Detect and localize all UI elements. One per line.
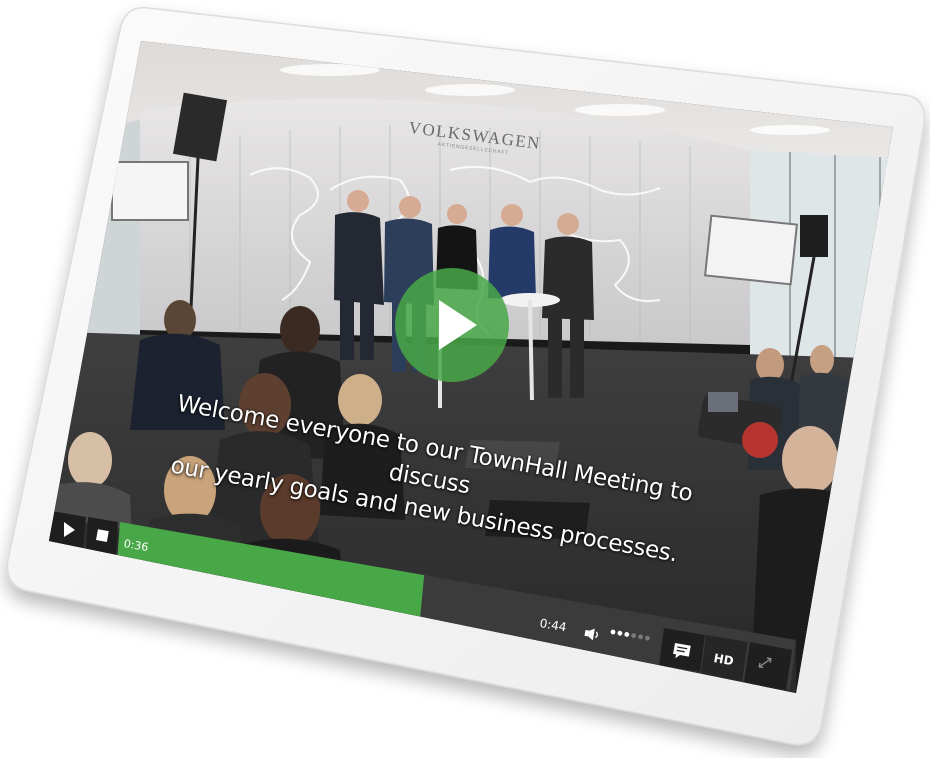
volume-dot[interactable] [638,634,644,640]
fullscreen-button[interactable] [744,642,792,690]
volume-dot[interactable] [624,632,630,638]
captions-button[interactable] [659,628,705,672]
volume-dot[interactable] [631,633,637,639]
tablet-frame: VOLKSWAGEN AKTIENGESELLSCHAFT Welcome ev… [0,0,930,758]
volume-dot[interactable] [617,630,623,636]
stop-icon [96,529,109,542]
volume-dot[interactable] [645,635,651,641]
volume-dot[interactable] [610,629,616,635]
